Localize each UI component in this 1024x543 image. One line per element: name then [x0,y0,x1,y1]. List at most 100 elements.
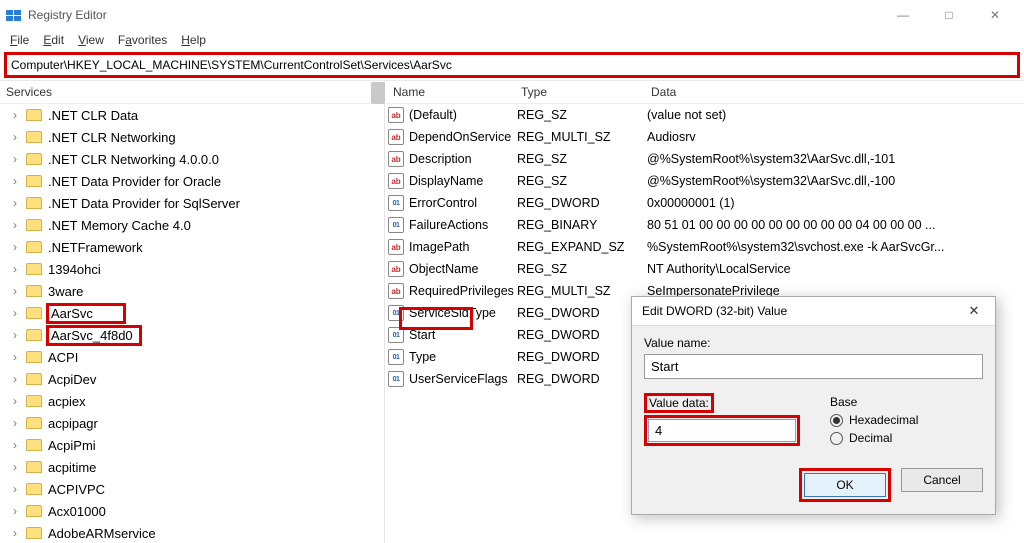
menu-help[interactable]: Help [175,31,212,49]
tree-item[interactable]: ›acpipagr [0,412,384,434]
cell-data: 80 51 01 00 00 00 00 00 00 00 00 00 04 0… [647,218,1024,232]
chevron-right-icon[interactable]: › [10,482,20,496]
tree-item[interactable]: › Acx01000 [0,500,384,522]
folder-icon [26,329,42,341]
chevron-right-icon[interactable]: › [10,394,20,408]
menubar: File Edit View Favorites Help [0,30,1024,50]
chevron-right-icon[interactable]: › [10,416,20,430]
chevron-right-icon[interactable]: › [10,218,20,232]
tree-item-label: 3ware [48,284,83,299]
tree-item[interactable]: ›acpiex [0,390,384,412]
tree-item[interactable]: ›.NET CLR Data [0,104,384,126]
cell-name: Start [407,328,517,342]
chevron-right-icon[interactable]: › [10,526,20,540]
list-row[interactable]: DependOnServiceREG_MULTI_SZAudiosrv [385,126,1024,148]
tree-item[interactable]: › AcpiPmi [0,434,384,456]
list-row[interactable]: ObjectNameREG_SZNT Authority\LocalServic… [385,258,1024,280]
chevron-right-icon[interactable]: › [10,108,20,122]
tree-item[interactable]: ›AdobeARMservice [0,522,384,543]
chevron-right-icon[interactable]: › [10,504,20,518]
tree-item[interactable]: ›ACPIVPC [0,478,384,500]
chevron-right-icon[interactable]: › [10,174,20,188]
tree-item[interactable]: › 3ware [0,280,384,302]
maximize-button[interactable]: □ [926,0,972,30]
cell-data: @%SystemRoot%\system32\AarSvc.dll,-101 [647,152,1024,166]
menu-view[interactable]: View [72,31,110,49]
cell-name: FailureActions [407,218,517,232]
tree-item[interactable]: ›.NET Data Provider for SqlServer [0,192,384,214]
cell-type: REG_MULTI_SZ [517,130,647,144]
minimize-button[interactable]: — [880,0,926,30]
cell-data: NT Authority\LocalService [647,262,1024,276]
folder-icon [26,527,42,539]
window-controls: — □ ✕ [880,0,1018,30]
binary-value-icon [388,371,404,387]
highlight-ok: OK [799,468,891,502]
list-row[interactable]: FailureActionsREG_BINARY80 51 01 00 00 0… [385,214,1024,236]
folder-icon [26,439,42,451]
tree-item[interactable]: ›AarSvc_4f8d0 [0,324,384,346]
dialog-close-icon[interactable]: ✕ [961,303,987,319]
cell-data: %SystemRoot%\system32\svchost.exe -k Aar… [647,240,1024,254]
cancel-button[interactable]: Cancel [901,468,983,492]
radio-dec-label: Decimal [849,431,892,445]
chevron-right-icon[interactable]: › [10,372,20,386]
tree-item-label: AcpiDev [48,372,96,387]
chevron-right-icon[interactable]: › [10,306,20,320]
tree-item-label: .NET Data Provider for Oracle [48,174,221,189]
radio-decimal[interactable]: Decimal [830,431,918,445]
radio-hexadecimal[interactable]: Hexadecimal [830,413,918,427]
tree-item-label: Acx01000 [48,504,106,519]
tree-item-label: AcpiPmi [48,438,96,453]
value-name-field[interactable]: Start [644,354,983,379]
list-row[interactable]: ImagePathREG_EXPAND_SZ%SystemRoot%\syste… [385,236,1024,258]
tree-item[interactable]: › acpitime [0,456,384,478]
tree-item[interactable]: ›AarSvc [0,302,384,324]
cell-type: REG_SZ [517,262,647,276]
tree-item[interactable]: ›.NETFramework [0,236,384,258]
cell-type: REG_DWORD [517,372,647,386]
chevron-right-icon[interactable]: › [10,262,20,276]
tree-item-label: acpitime [48,460,96,475]
dialog-titlebar: Edit DWORD (32-bit) Value ✕ [632,297,995,326]
tree-item[interactable]: › .NET Data Provider for Oracle [0,170,384,192]
menu-edit[interactable]: Edit [37,31,70,49]
chevron-right-icon[interactable]: › [10,328,20,342]
tree-item[interactable]: ›.NET CLR Networking [0,126,384,148]
col-header-type[interactable]: Type [513,81,643,103]
list-row[interactable]: ErrorControlREG_DWORD0x00000001 (1) [385,192,1024,214]
col-header-data[interactable]: Data [643,81,1024,103]
list-row[interactable]: DescriptionREG_SZ@%SystemRoot%\system32\… [385,148,1024,170]
close-button[interactable]: ✕ [972,0,1018,30]
menu-file[interactable]: File [4,31,35,49]
chevron-right-icon[interactable]: › [10,350,20,364]
string-value-icon [388,107,404,123]
chevron-right-icon[interactable]: › [10,152,20,166]
chevron-right-icon[interactable]: › [10,196,20,210]
col-header-name[interactable]: Name [385,81,513,103]
chevron-right-icon[interactable]: › [10,438,20,452]
chevron-right-icon[interactable]: › [10,284,20,298]
folder-icon [26,131,42,143]
cell-data: @%SystemRoot%\system32\AarSvc.dll,-100 [647,174,1024,188]
tree-item[interactable]: ›.NET Memory Cache 4.0 [0,214,384,236]
cell-name: ErrorControl [407,196,517,210]
tree[interactable]: ›.NET CLR Data›.NET CLR Networking›.NET … [0,104,384,543]
chevron-right-icon[interactable]: › [10,460,20,474]
menu-favorites[interactable]: Favorites [112,31,173,49]
address-bar[interactable]: Computer\HKEY_LOCAL_MACHINE\SYSTEM\Curre… [4,52,1020,78]
tree-scrollbar-thumb[interactable] [371,82,385,104]
tree-item[interactable]: ›ACPI [0,346,384,368]
tree-item[interactable]: ›.NET CLR Networking 4.0.0.0 [0,148,384,170]
tree-item[interactable]: › AcpiDev [0,368,384,390]
ok-button[interactable]: OK [804,473,886,497]
list-row[interactable]: (Default)REG_SZ(value not set) [385,104,1024,126]
list-row[interactable]: DisplayNameREG_SZ@%SystemRoot%\system32\… [385,170,1024,192]
folder-icon [26,461,42,473]
string-value-icon [388,239,404,255]
cell-data: 0x00000001 (1) [647,196,1024,210]
value-data-field[interactable] [648,419,796,442]
chevron-right-icon[interactable]: › [10,130,20,144]
chevron-right-icon[interactable]: › [10,240,20,254]
tree-item[interactable]: ›1394ohci [0,258,384,280]
